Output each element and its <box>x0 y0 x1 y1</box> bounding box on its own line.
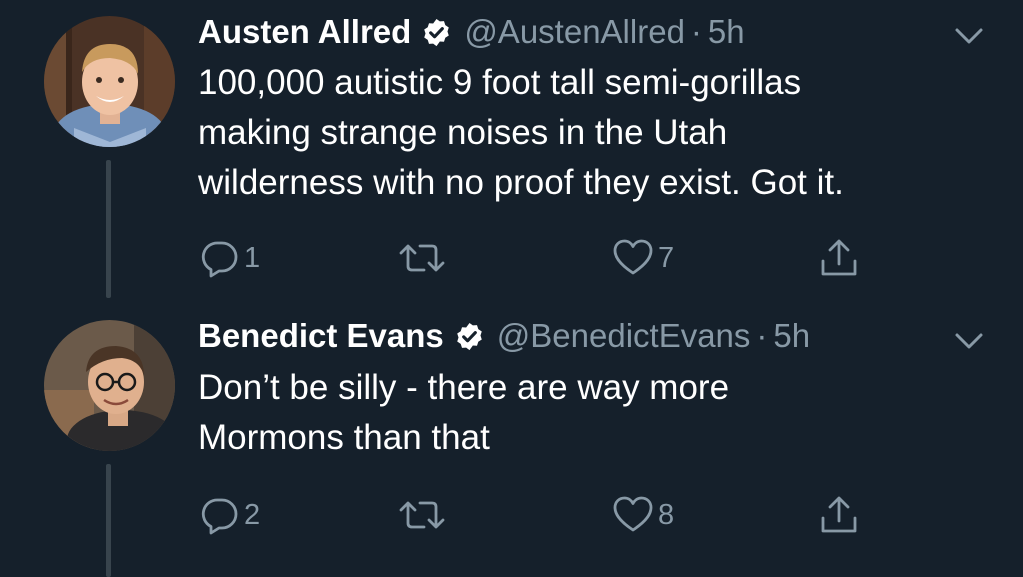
reply-count: 2 <box>244 498 261 531</box>
avatar[interactable] <box>44 16 175 147</box>
timestamp[interactable]: 5h <box>708 12 745 52</box>
reply-icon <box>200 238 240 278</box>
timestamp[interactable]: 5h <box>773 316 810 356</box>
retweet-icon <box>398 238 446 278</box>
chevron-down-icon[interactable] <box>952 24 986 48</box>
reply-button[interactable]: 2 <box>200 493 260 537</box>
display-name[interactable]: Benedict Evans <box>198 316 444 356</box>
display-name[interactable]: Austen Allred <box>198 12 411 52</box>
share-icon <box>818 237 860 279</box>
tweet-text: 100,000 autistic 9 foot tall semi-gorill… <box>198 63 844 202</box>
tweet-actions: 1 7 <box>198 236 898 280</box>
heart-icon <box>612 238 654 278</box>
reply-count: 1 <box>244 241 261 274</box>
reply-icon <box>200 495 240 535</box>
like-button[interactable]: 7 <box>612 236 674 280</box>
share-button[interactable] <box>818 236 860 280</box>
chevron-down-icon[interactable] <box>952 329 986 353</box>
tweet[interactable]: Austen Allred @AustenAllred · 5h 100,000… <box>0 0 1023 305</box>
retweet-button[interactable] <box>398 493 450 537</box>
tweet-actions: 2 8 <box>198 493 898 537</box>
tweet-text: Don’t be silly - there are way more Morm… <box>198 368 730 457</box>
avatar[interactable] <box>44 320 175 451</box>
username-handle[interactable]: @AustenAllred <box>464 12 685 52</box>
tweet-header: Austen Allred @AustenAllred · 5h <box>198 12 745 52</box>
separator-dot: · <box>756 317 768 354</box>
retweet-button[interactable] <box>398 236 450 280</box>
tweet-header: Benedict Evans @BenedictEvans · 5h <box>198 316 810 356</box>
separator-dot: · <box>690 13 702 50</box>
verified-badge-icon <box>454 321 485 352</box>
share-icon <box>818 494 860 536</box>
heart-icon <box>612 495 654 535</box>
like-count: 7 <box>658 241 675 274</box>
username-handle[interactable]: @BenedictEvans <box>497 316 751 356</box>
share-button[interactable] <box>818 493 860 537</box>
retweet-icon <box>398 495 446 535</box>
like-button[interactable]: 8 <box>612 493 674 537</box>
reply-button[interactable]: 1 <box>200 236 260 280</box>
tweet[interactable]: Benedict Evans @BenedictEvans · 5h Don’t… <box>0 305 1023 577</box>
verified-badge-icon <box>421 17 452 48</box>
like-count: 8 <box>658 498 675 531</box>
